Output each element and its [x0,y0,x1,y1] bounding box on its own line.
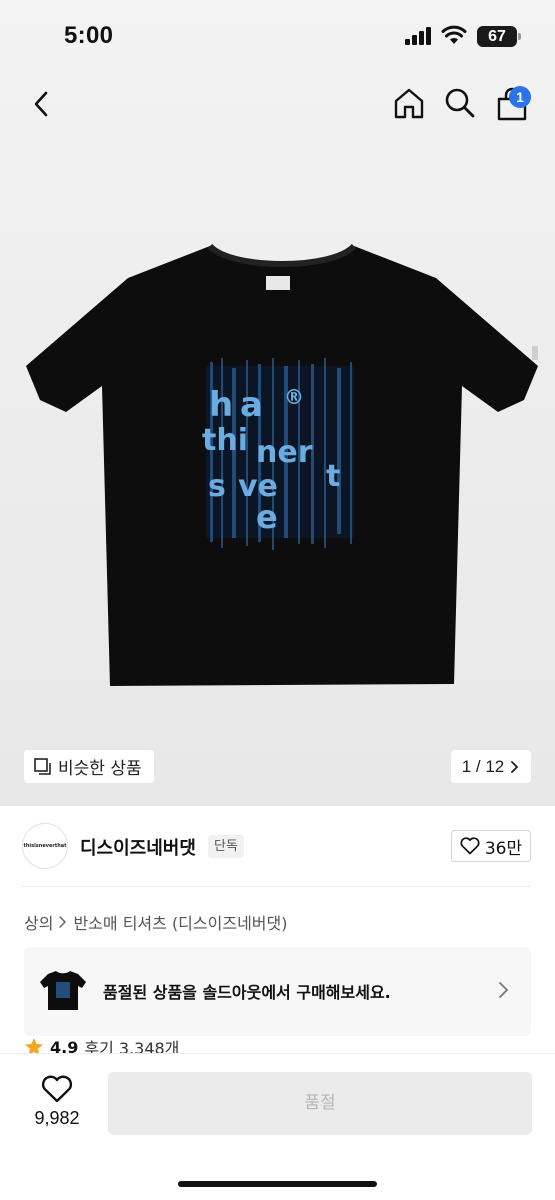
home-indicator[interactable] [178,1181,377,1187]
brand-like-count: 36만 [484,838,523,859]
brand-name[interactable]: 디스이즈네버댓 [80,834,196,860]
status-bar: 5:00 67 [0,0,555,70]
breadcrumb-category[interactable]: 상의 [24,910,53,934]
breadcrumb: 상의 반소매 티셔츠 (디스이즈네버댓) [24,910,287,934]
similar-products-icon [34,757,51,775]
battery-indicator: 67 [477,26,521,47]
section-divider [22,886,531,887]
svg-text:h: h [209,385,233,425]
chevron-right-icon [511,760,519,773]
home-icon[interactable] [392,86,426,120]
chevron-right-icon [59,916,67,928]
heart-icon[interactable] [41,1075,73,1103]
battery-level: 67 [488,28,506,45]
product-tshirt-image: h a ® thi ner s ve e t [26,243,538,686]
image-page-indicator[interactable]: 1 / 12 [451,750,531,783]
svg-text:t: t [326,459,340,494]
back-icon[interactable] [26,88,58,120]
signal-icon [405,27,431,45]
search-icon[interactable] [444,87,476,119]
similar-products-button[interactable]: 비슷한 상품 [24,750,154,783]
wish-count: 9,982 [34,1108,80,1128]
svg-text:ner: ner [256,435,313,470]
svg-text:®: ® [284,385,304,409]
soldout-message: 품절된 상품을 솔드아웃에서 구매해보세요. [103,983,391,1002]
svg-text:e: e [256,498,278,536]
brand-logo-text: thisisneverthat [23,843,67,849]
similar-products-label: 비슷한 상품 [58,759,142,779]
heart-icon [460,837,480,855]
svg-text:s: s [208,469,226,504]
cart-count-badge: 1 [509,86,531,108]
brand-logo[interactable]: thisisneverthat [22,823,68,869]
wifi-icon [441,25,467,44]
svg-text:thi: thi [202,423,248,458]
soldout-product-thumbnail [40,971,86,1010]
exclusive-badge: 단독 [208,835,244,858]
product-image-gallery[interactable]: 5:00 67 1 h a ® thi ner s ve e t 비슷한 상품 … [0,0,555,806]
status-time: 5:00 [64,22,114,49]
svg-text:a: a [240,385,263,425]
breadcrumb-subcategory[interactable]: 반소매 티셔츠 (디스이즈네버댓) [73,910,287,934]
page-indicator-text: 1 / 12 [461,756,505,776]
soldout-buy-button[interactable]: 품절 [108,1072,532,1135]
chevron-right-icon [499,982,509,998]
soldout-marketplace-card[interactable]: 품절된 상품을 솔드아웃에서 구매해보세요. [24,947,531,1036]
brand-like-button[interactable]: 36만 [451,830,531,862]
